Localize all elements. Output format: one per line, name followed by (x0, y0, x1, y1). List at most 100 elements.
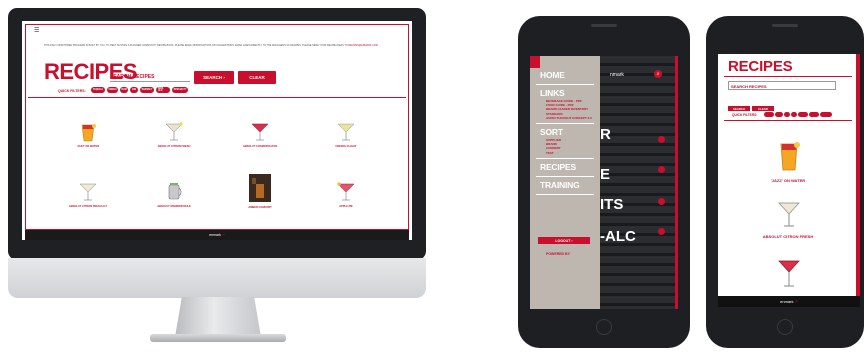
recipe-name: ABSOLUT COSMOPOLITAN (242, 145, 278, 148)
brand-swoosh-icon: ↗ (221, 233, 225, 237)
menu-item-sort[interactable]: SORT (530, 127, 600, 138)
recipe-name[interactable]: 'JAZZ' ON WATER (748, 178, 828, 183)
recipe-tile[interactable]: ABSOLUT COSMOPOLITAN (230, 121, 290, 148)
martini-clear-icon (165, 122, 183, 141)
clear-button[interactable]: CLEAR (238, 71, 276, 84)
recipe-name: FRENCH FLIGHT (335, 145, 357, 148)
filter-chip[interactable] (775, 112, 783, 117)
chevron-right-icon: › (571, 238, 573, 243)
quick-filters-label: QUICK FILTERS: (732, 113, 758, 117)
background-word: R (600, 126, 611, 143)
title-divider (724, 76, 852, 77)
recipe-tile[interactable]: AMBER COMFORT (230, 174, 290, 209)
filter-chip[interactable] (791, 112, 797, 117)
menu-accent-bar (530, 56, 540, 68)
recipe-name: ABSOLUT MANDRIN MULE (157, 205, 191, 208)
recipe-tile[interactable]: ABSOLUT MANDRIN MULE (144, 181, 204, 208)
filter-chip[interactable]: WHISKEY (140, 87, 154, 93)
menu-subitem[interactable]: TEST (530, 151, 600, 155)
phone-speaker (591, 24, 617, 27)
brand-swoosh-icon: ↗ (794, 299, 798, 304)
side-menu: HOME LINKS BEVERAGE GUIDE - PDF FOOD GUI… (530, 56, 600, 309)
recipe-name: ABSOLUT CITRON FRESH ALT (68, 205, 108, 208)
martini-clear-icon[interactable] (774, 200, 804, 230)
search-button[interactable]: SEARCH › (194, 71, 234, 84)
menu-item-recipes[interactable]: RECIPES (530, 162, 600, 173)
page-footer: enmark ↗ (25, 230, 409, 240)
phone-recipes-screen: RECIPES SEARCH RECIPES SEARCH CLEAR QUIC… (718, 54, 860, 307)
menu-divider (536, 123, 594, 125)
recipe-name: APPLE PIE (339, 205, 353, 208)
cocktail-orange-icon[interactable] (774, 140, 804, 174)
monitor-chin (8, 258, 426, 298)
menu-divider (536, 157, 594, 159)
martini-red-icon[interactable] (774, 258, 804, 290)
logout-button[interactable]: LOGOUT › (538, 237, 590, 244)
mule-mug-icon (168, 183, 182, 200)
clear-button[interactable]: CLEAR (752, 106, 774, 111)
logout-label: LOGOUT (555, 238, 571, 243)
phone-speaker (772, 24, 798, 27)
quick-filters-label: QUICK FILTERS: (58, 89, 86, 93)
cocktail-pink-icon (337, 182, 355, 201)
header-divider (28, 97, 406, 98)
desktop-screen: ☰ THIS DAILY MONITORED PROGRAM IS BUILT … (22, 21, 412, 240)
chevron-right-icon[interactable] (658, 198, 665, 205)
phone-menu-screen: R E ITS -ALC nmark ⌕ HOME LINKS BEVERAGE… (530, 56, 678, 309)
search-input[interactable]: SEARCH RECIPES (728, 81, 836, 90)
monitor-stand-base (150, 334, 286, 342)
footer-brand: enmark (780, 299, 794, 304)
filter-chip[interactable]: TEQUILA (91, 87, 105, 93)
recipe-tile[interactable]: ABSOLUT CITRON FRESH (144, 121, 204, 148)
search-button[interactable]: SEARCH (728, 106, 750, 111)
powered-by-text: POWERED BY (546, 252, 570, 256)
menu-subitem[interactable]: BRAND LEADER INVENTORY STANDARD (530, 107, 600, 115)
notice-body: THIS DAILY MONITORED PROGRAM IS BUILT BY… (44, 44, 348, 47)
background-word: -ALC (600, 228, 636, 245)
recipe-tile[interactable]: ABSOLUT CITRON FRESH ALT (58, 181, 118, 208)
menu-divider (536, 175, 594, 177)
filter-chip[interactable] (764, 112, 774, 117)
chevron-right-icon[interactable] (658, 228, 665, 235)
filter-chip[interactable]: SPECIALTY (172, 87, 188, 93)
search-icon[interactable]: ⌕ (654, 70, 662, 78)
footer-brand: enmark (209, 233, 221, 237)
search-input-underline (110, 81, 190, 82)
menu-item-home[interactable]: HOME (530, 70, 600, 81)
background-word: ITS (600, 196, 624, 213)
home-button (777, 319, 793, 335)
home-button (596, 319, 612, 335)
photo-drink-icon (249, 174, 271, 202)
menu-accent-bar (856, 54, 860, 307)
filter-chip[interactable]: VODKA (107, 87, 118, 93)
search-input[interactable]: SEARCH RECIPES (110, 74, 154, 80)
cocktail-orange-icon (81, 124, 96, 142)
chevron-right-icon[interactable] (658, 136, 665, 143)
recipe-tile[interactable]: 'JAZZ' ON WATER (58, 121, 118, 148)
menu-item-training[interactable]: TRAINING (530, 180, 600, 191)
filter-chip[interactable]: NON-ALC (156, 87, 170, 93)
recipe-name: AMBER COMFORT (248, 206, 272, 209)
filter-chip[interactable]: GIN (130, 87, 138, 93)
hamburger-icon[interactable]: ☰ (34, 27, 39, 34)
header-divider (724, 120, 852, 121)
recipe-tile[interactable]: APPLE PIE (316, 181, 376, 208)
menu-divider (536, 193, 594, 195)
filter-chip[interactable] (820, 112, 832, 117)
menu-subitem[interactable]: AUDIO THOUGHT CONCEPT 2.0 (530, 116, 600, 120)
martini-red-icon (251, 123, 269, 141)
chevron-right-icon[interactable] (658, 166, 665, 173)
recipe-name[interactable]: ABSOLUT CITRON FRESH (748, 234, 828, 239)
recipe-name: ABSOLUT CITRON FRESH (157, 145, 191, 148)
chevron-right-icon: › (223, 75, 225, 80)
filter-chip[interactable]: RUM (120, 87, 128, 93)
menu-item-links[interactable]: LINKS (530, 88, 600, 99)
page-title: RECIPES (728, 58, 793, 75)
menu-divider (536, 84, 594, 85)
recipe-tile[interactable]: FRENCH FLIGHT (316, 121, 376, 148)
notice-email-link[interactable]: RECIPES@ENMARK.COM (348, 44, 377, 47)
recipe-name: 'JAZZ' ON WATER (76, 145, 100, 148)
filter-chip[interactable] (784, 112, 790, 117)
filter-chip[interactable] (809, 112, 819, 117)
filter-chip[interactable] (798, 112, 808, 117)
